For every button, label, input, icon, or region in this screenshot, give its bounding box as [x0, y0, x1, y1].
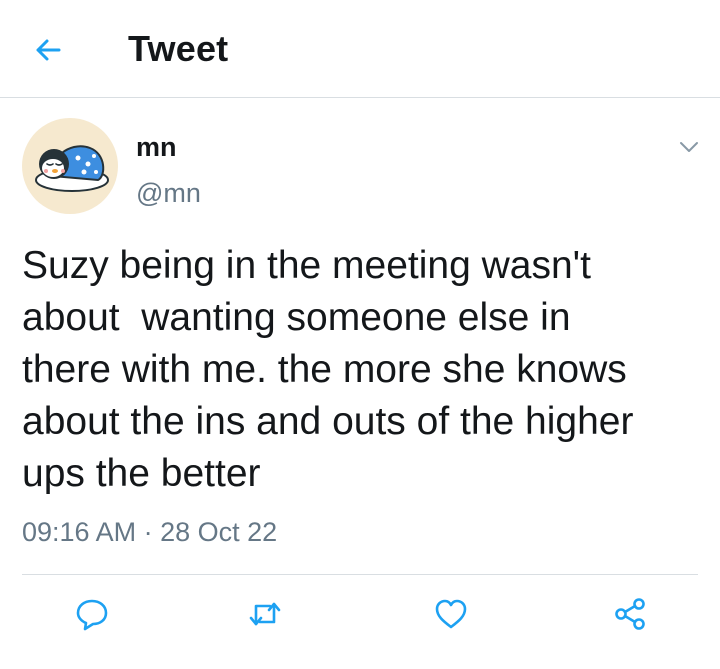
tweet-timestamp[interactable]: 09:16 AM · 28 Oct 22 [22, 517, 277, 548]
share-button[interactable] [610, 594, 650, 634]
back-button[interactable] [28, 30, 68, 70]
share-icon [612, 596, 648, 632]
more-options-button[interactable] [676, 134, 702, 160]
heart-icon [433, 596, 469, 632]
divider [22, 574, 698, 575]
tweet-time: 09:16 AM [22, 517, 137, 547]
tweet-date: 28 Oct 22 [160, 517, 278, 547]
display-name[interactable]: mn [136, 132, 177, 163]
user-handle[interactable]: @mn [136, 178, 201, 209]
tweet-text: Suzy being in the meeting wasn't about w… [22, 244, 634, 495]
page-title: Tweet [128, 28, 229, 69]
retweet-icon [246, 596, 284, 632]
meta-separator: · [136, 517, 161, 547]
penguin-sleeping-avatar [35, 145, 109, 192]
reply-icon [74, 596, 110, 632]
chevron-down-icon [679, 140, 699, 154]
avatar[interactable] [22, 118, 118, 214]
arrow-left-icon [33, 35, 63, 65]
like-button[interactable] [431, 594, 471, 634]
reply-button[interactable] [72, 594, 112, 634]
top-bar: Tweet [0, 0, 720, 98]
retweet-button[interactable] [245, 594, 285, 634]
